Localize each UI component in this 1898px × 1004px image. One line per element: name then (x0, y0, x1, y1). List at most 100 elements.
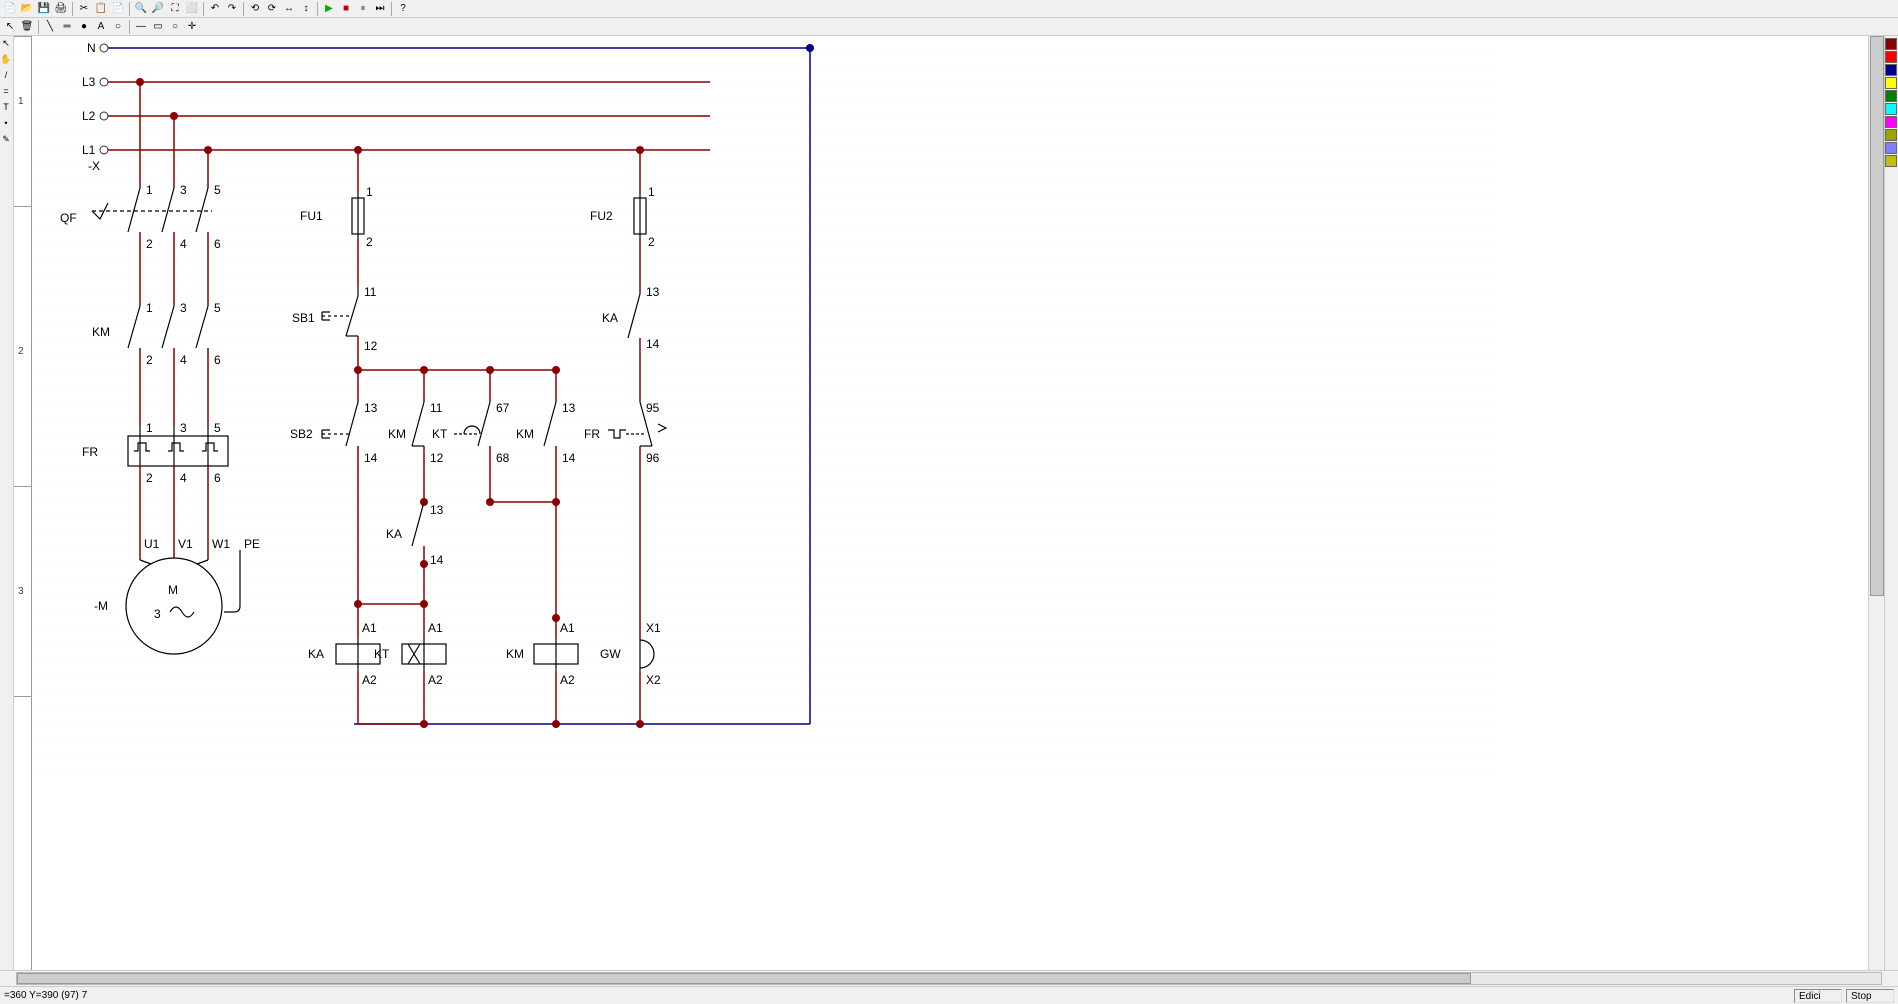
color-swatch[interactable] (1885, 38, 1897, 50)
circle-icon[interactable]: ○ (167, 19, 183, 35)
svg-text:14: 14 (364, 451, 378, 465)
comp-label-KT-coil: KT (374, 647, 390, 661)
mirror-h-icon[interactable]: ↔ (281, 1, 297, 17)
component-KM-aux2[interactable] (544, 402, 556, 446)
component-KA-aux[interactable] (412, 502, 424, 546)
redo-icon[interactable]: ↷ (224, 1, 240, 17)
tool-wire-icon[interactable]: / (0, 70, 12, 84)
scrollbar-thumb[interactable] (1870, 36, 1884, 596)
component-FU1[interactable] (352, 194, 364, 238)
sim-step-icon[interactable]: ⏭ (372, 1, 388, 17)
svg-text:5: 5 (214, 183, 221, 197)
label-icon[interactable]: A (93, 19, 109, 35)
sim-stop-icon[interactable]: ■ (338, 1, 354, 17)
print-icon[interactable]: 🖨 (53, 1, 69, 17)
help-icon[interactable]: ? (395, 1, 411, 17)
save-file-icon[interactable]: 💾 (36, 1, 52, 17)
svg-text:2: 2 (648, 235, 655, 249)
mirror-v-icon[interactable]: ↕ (298, 1, 314, 17)
color-swatch[interactable] (1885, 129, 1897, 141)
color-swatch[interactable] (1885, 116, 1897, 128)
svg-text:2: 2 (366, 235, 373, 249)
component-motor[interactable]: M 3 (126, 550, 240, 654)
line-icon[interactable]: — (133, 19, 149, 35)
terminal-L2[interactable] (100, 112, 108, 120)
tool-bus-icon[interactable]: = (0, 86, 12, 100)
paste-icon[interactable]: 📄 (110, 1, 126, 17)
delete-icon[interactable]: 🗑 (19, 19, 35, 35)
color-swatch[interactable] (1885, 103, 1897, 115)
svg-text:6: 6 (214, 471, 221, 485)
component-SB1[interactable] (322, 286, 358, 336)
scrollbar-track[interactable] (16, 972, 1882, 985)
component-SB2[interactable] (322, 402, 358, 446)
component-KT-coil[interactable] (402, 638, 446, 672)
color-swatch[interactable] (1885, 64, 1897, 76)
zoom-in-icon[interactable]: 🔍 (133, 1, 149, 17)
ruler-mark-1: 1 (18, 96, 24, 107)
tool-text-icon[interactable]: T (0, 102, 12, 116)
comp-label-KT-contact: KT (432, 427, 448, 441)
vertical-scrollbar[interactable] (1868, 36, 1884, 970)
horizontal-scrollbar[interactable] (0, 970, 1898, 986)
terminal-L3[interactable] (100, 78, 108, 86)
rotate-left-icon[interactable]: ⟲ (247, 1, 263, 17)
junction-icon[interactable]: ● (76, 19, 92, 35)
component-KM-coil[interactable] (534, 638, 578, 672)
zoom-region-icon[interactable]: ⬜ (184, 1, 200, 17)
schematic-canvas[interactable]: N L3 L2 L1 -X (32, 36, 1492, 776)
terminal-icon[interactable]: ○ (110, 19, 126, 35)
svg-text:3: 3 (180, 301, 187, 315)
component-FR-main[interactable] (128, 426, 228, 466)
junction-node (420, 560, 428, 568)
wire-icon[interactable]: ╲ (42, 19, 58, 35)
color-palette (1884, 36, 1898, 970)
bus-label-L1: L1 (82, 143, 96, 157)
svg-text:X2: X2 (646, 673, 661, 687)
svg-text:14: 14 (562, 451, 576, 465)
bus-icon[interactable]: ═ (59, 19, 75, 35)
rotate-right-icon[interactable]: ⟳ (264, 1, 280, 17)
new-file-icon[interactable]: 📄 (2, 1, 18, 17)
cut-icon[interactable]: ✂ (76, 1, 92, 17)
tool-pen-icon[interactable]: ✎ (0, 134, 12, 148)
zoom-fit-icon[interactable]: ⛶ (167, 1, 183, 17)
color-swatch[interactable] (1885, 90, 1897, 102)
color-swatch[interactable] (1885, 77, 1897, 89)
status-sim: Stop (1846, 989, 1894, 1003)
terminal-N[interactable] (100, 44, 108, 52)
undo-icon[interactable]: ↶ (207, 1, 223, 17)
sim-play-icon[interactable]: ▶ (321, 1, 337, 17)
tool-node-icon[interactable]: • (0, 118, 12, 132)
svg-text:2: 2 (146, 471, 153, 485)
open-file-icon[interactable]: 📂 (19, 1, 35, 17)
copy-icon[interactable]: 📋 (93, 1, 109, 17)
component-FU2[interactable] (634, 194, 646, 238)
toolbar-separator (317, 2, 318, 16)
bus-label-L2: L2 (82, 109, 96, 123)
svg-text:V1: V1 (178, 537, 193, 551)
sim-pause-icon[interactable]: ⏸ (355, 1, 371, 17)
svg-text:12: 12 (364, 339, 378, 353)
svg-text:11: 11 (430, 401, 443, 415)
color-swatch[interactable] (1885, 51, 1897, 63)
component-GW[interactable] (640, 638, 654, 672)
color-swatch[interactable] (1885, 142, 1897, 154)
zoom-out-icon[interactable]: 🔎 (150, 1, 166, 17)
rect-icon[interactable]: ▭ (150, 19, 166, 35)
pointer-icon[interactable]: ↖ (2, 19, 18, 35)
svg-text:A2: A2 (560, 673, 575, 687)
center-icon[interactable]: ✛ (184, 19, 200, 35)
component-KM-aux1[interactable] (412, 402, 424, 446)
component-KT-contact[interactable] (454, 402, 490, 446)
color-swatch[interactable] (1885, 155, 1897, 167)
tool-hand-icon[interactable]: ✋ (0, 54, 12, 68)
comp-label-FU1: FU1 (300, 209, 323, 223)
component-KA-contact[interactable] (628, 294, 640, 338)
tool-select-icon[interactable]: ↖ (0, 38, 12, 52)
component-KM-main[interactable] (128, 306, 208, 348)
terminal-L1[interactable] (100, 146, 108, 154)
canvas-viewport[interactable]: N L3 L2 L1 -X (32, 36, 1884, 970)
scrollbar-thumb[interactable] (17, 973, 1471, 984)
comp-label-KA-contact: KA (602, 311, 618, 325)
